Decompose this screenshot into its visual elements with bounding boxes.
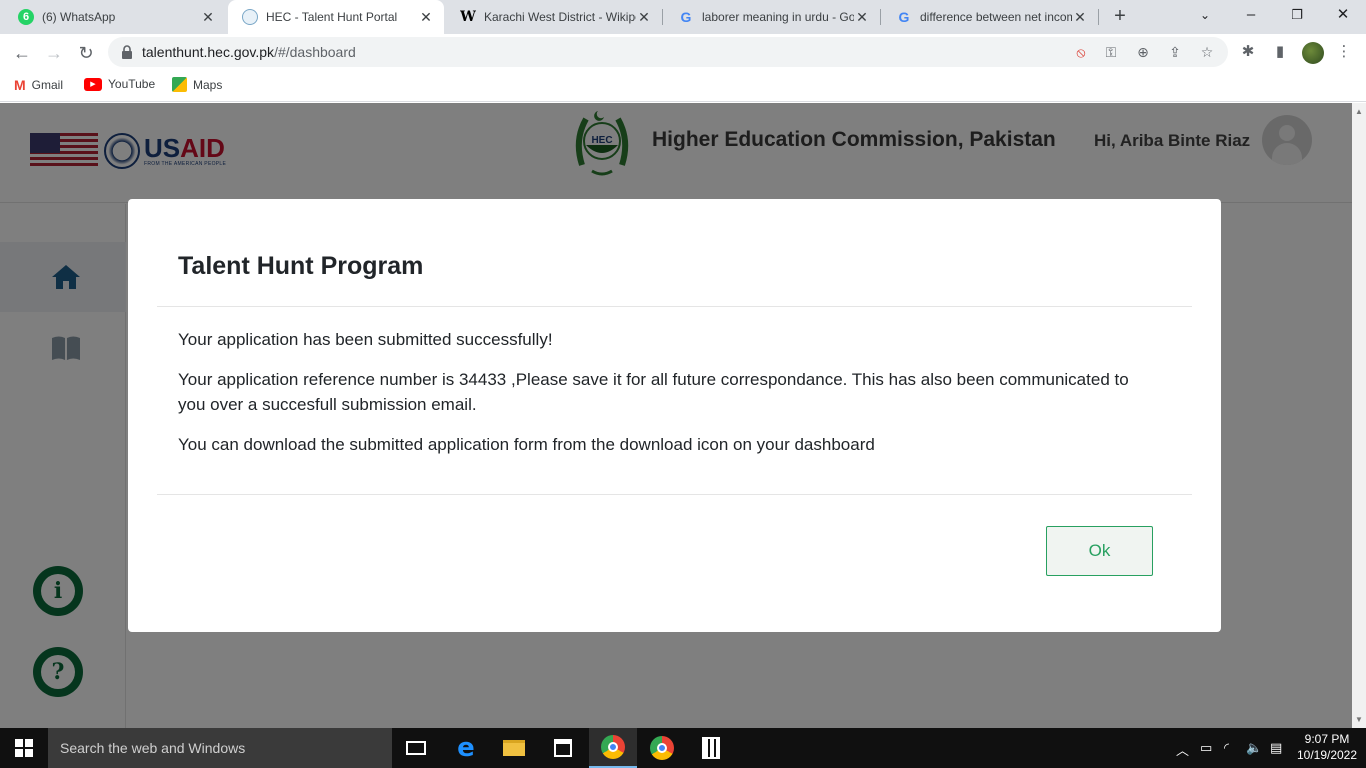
bookmark-star-icon[interactable]: ☆	[1198, 43, 1216, 61]
clock-date: 10/19/2022	[1296, 748, 1358, 762]
bookmark-label: Maps	[193, 77, 223, 92]
restore-icon[interactable]: ❐	[1274, 0, 1320, 30]
modal-divider	[157, 494, 1192, 495]
blocked-cookie-icon[interactable]: ⦸	[1072, 43, 1090, 61]
side-panel-icon[interactable]: ▮	[1270, 42, 1290, 62]
battery-icon[interactable]: ▭	[1200, 740, 1212, 756]
url-path: /#/dashboard	[274, 44, 356, 60]
google-icon: G	[680, 9, 692, 25]
tab-title: (6) WhatsApp	[42, 10, 116, 24]
tab-google-net-income[interactable]: G difference between net incom ✕	[882, 0, 1098, 34]
start-button[interactable]	[0, 728, 48, 768]
edge-icon: e	[457, 733, 475, 763]
scroll-down-icon[interactable]: ▼	[1355, 715, 1363, 724]
chrome-icon	[650, 736, 674, 760]
scroll-up-icon[interactable]: ▲	[1355, 107, 1363, 116]
whatsapp-icon: 6	[18, 9, 34, 25]
menu-icon[interactable]: ⋮	[1334, 42, 1354, 62]
browser-toolbar: ← → ↻ talenthunt.hec.gov.pk/#/dashboard …	[0, 34, 1366, 71]
calculator-icon	[702, 737, 720, 759]
close-tab-icon[interactable]: ✕	[854, 9, 870, 26]
chrome-icon	[601, 735, 625, 759]
task-view-icon	[406, 741, 426, 755]
new-tab-button[interactable]: +	[1108, 5, 1132, 29]
address-bar[interactable]: talenthunt.hec.gov.pk/#/dashboard ⦸ ⚿ ⊕ …	[108, 37, 1228, 67]
bookmarks-bar: M Gmail ▶ YouTube Maps	[0, 71, 1366, 102]
taskbar-chrome-active[interactable]	[589, 728, 637, 768]
bookmark-label: YouTube	[108, 77, 156, 91]
taskbar-search[interactable]: Search the web and Windows	[48, 728, 392, 768]
tab-title: difference between net incom	[920, 10, 1072, 24]
tab-google-laborer[interactable]: G laborer meaning in urdu - Go ✕	[664, 0, 880, 34]
tab-wikipedia[interactable]: W Karachi West District - Wikipe ✕	[446, 0, 662, 34]
tab-search-icon[interactable]: ⌄	[1182, 0, 1228, 30]
submission-modal: Talent Hunt Program Your application has…	[128, 199, 1221, 632]
tab-title: HEC - Talent Hunt Portal	[266, 10, 398, 24]
maps-icon	[172, 77, 187, 92]
windows-taskbar: Search the web and Windows e ︿ ▭ ◜ 🔈 ▤ 9…	[0, 728, 1366, 768]
extensions-icon[interactable]: ✱	[1238, 42, 1258, 62]
url-text: talenthunt.hec.gov.pk/#/dashboard	[142, 44, 356, 60]
tab-title: laborer meaning in urdu - Go	[702, 10, 854, 24]
notifications-icon[interactable]: ▤	[1270, 740, 1282, 756]
windows-logo-icon	[15, 739, 33, 757]
minimize-icon[interactable]: –	[1228, 0, 1274, 30]
close-tab-icon[interactable]: ✕	[200, 9, 216, 26]
browser-tab-strip: 6 (6) WhatsApp ✕ HEC - Talent Hunt Porta…	[0, 0, 1366, 34]
tab-separator	[880, 9, 881, 25]
bookmark-youtube[interactable]: ▶ YouTube	[84, 77, 155, 91]
youtube-icon: ▶	[84, 77, 102, 91]
taskbar-chrome-profile[interactable]	[638, 728, 686, 768]
share-icon[interactable]: ⇪	[1166, 43, 1184, 61]
volume-icon[interactable]: 🔈	[1246, 740, 1262, 756]
close-tab-icon[interactable]: ✕	[418, 9, 434, 26]
gmail-icon: M	[14, 77, 26, 93]
page-viewport: USAID FROM THE AMERICAN PEOPLE HEC Highe…	[0, 103, 1366, 728]
tab-separator	[1098, 9, 1099, 25]
page-scrollbar[interactable]: ▲ ▼	[1352, 103, 1366, 728]
taskbar-clock[interactable]: 9:07 PM 10/19/2022	[1292, 731, 1362, 763]
taskbar-edge[interactable]: e	[442, 728, 490, 768]
folder-icon	[503, 740, 525, 756]
taskbar-file-explorer[interactable]	[490, 728, 538, 768]
tab-title: Karachi West District - Wikipe	[484, 10, 636, 24]
reload-icon[interactable]: ↻	[72, 39, 100, 67]
wifi-icon[interactable]: ◜	[1224, 740, 1229, 756]
task-view-button[interactable]	[392, 728, 440, 768]
forward-icon[interactable]: →	[40, 39, 68, 67]
bookmark-maps[interactable]: Maps	[172, 77, 222, 92]
tab-whatsapp[interactable]: 6 (6) WhatsApp ✕	[4, 0, 226, 34]
key-icon[interactable]: ⚿	[1102, 43, 1120, 61]
modal-download-message: You can download the submitted applicati…	[178, 435, 875, 454]
profile-avatar[interactable]	[1302, 42, 1324, 64]
modal-title: Talent Hunt Program	[178, 252, 424, 280]
taskbar-store[interactable]	[539, 728, 587, 768]
store-icon	[554, 739, 572, 757]
wikipedia-icon: W	[460, 9, 476, 25]
lock-icon	[122, 45, 132, 59]
ok-button[interactable]: Ok	[1046, 526, 1153, 576]
url-host: talenthunt.hec.gov.pk	[142, 44, 275, 60]
back-icon[interactable]: ←	[8, 39, 36, 67]
taskbar-search-placeholder: Search the web and Windows	[60, 740, 246, 756]
modal-divider	[157, 306, 1192, 307]
tray-overflow-icon[interactable]: ︿	[1176, 740, 1189, 759]
close-tab-icon[interactable]: ✕	[636, 9, 652, 26]
bookmark-gmail[interactable]: M Gmail	[14, 77, 63, 93]
bookmark-label: Gmail	[31, 78, 64, 92]
zoom-icon[interactable]: ⊕	[1134, 43, 1152, 61]
modal-reference-message: Your application reference number is 344…	[178, 370, 1129, 414]
hec-icon	[242, 9, 258, 25]
clock-time: 9:07 PM	[1304, 732, 1350, 746]
close-tab-icon[interactable]: ✕	[1072, 9, 1088, 26]
google-icon: G	[898, 9, 910, 25]
taskbar-calculator[interactable]	[687, 728, 735, 768]
modal-success-message: Your application has been submitted succ…	[178, 330, 553, 349]
close-window-icon[interactable]: ✕	[1320, 0, 1366, 30]
tab-separator	[662, 9, 663, 25]
tab-hec-talent-hunt[interactable]: HEC - Talent Hunt Portal ✕	[228, 0, 444, 34]
